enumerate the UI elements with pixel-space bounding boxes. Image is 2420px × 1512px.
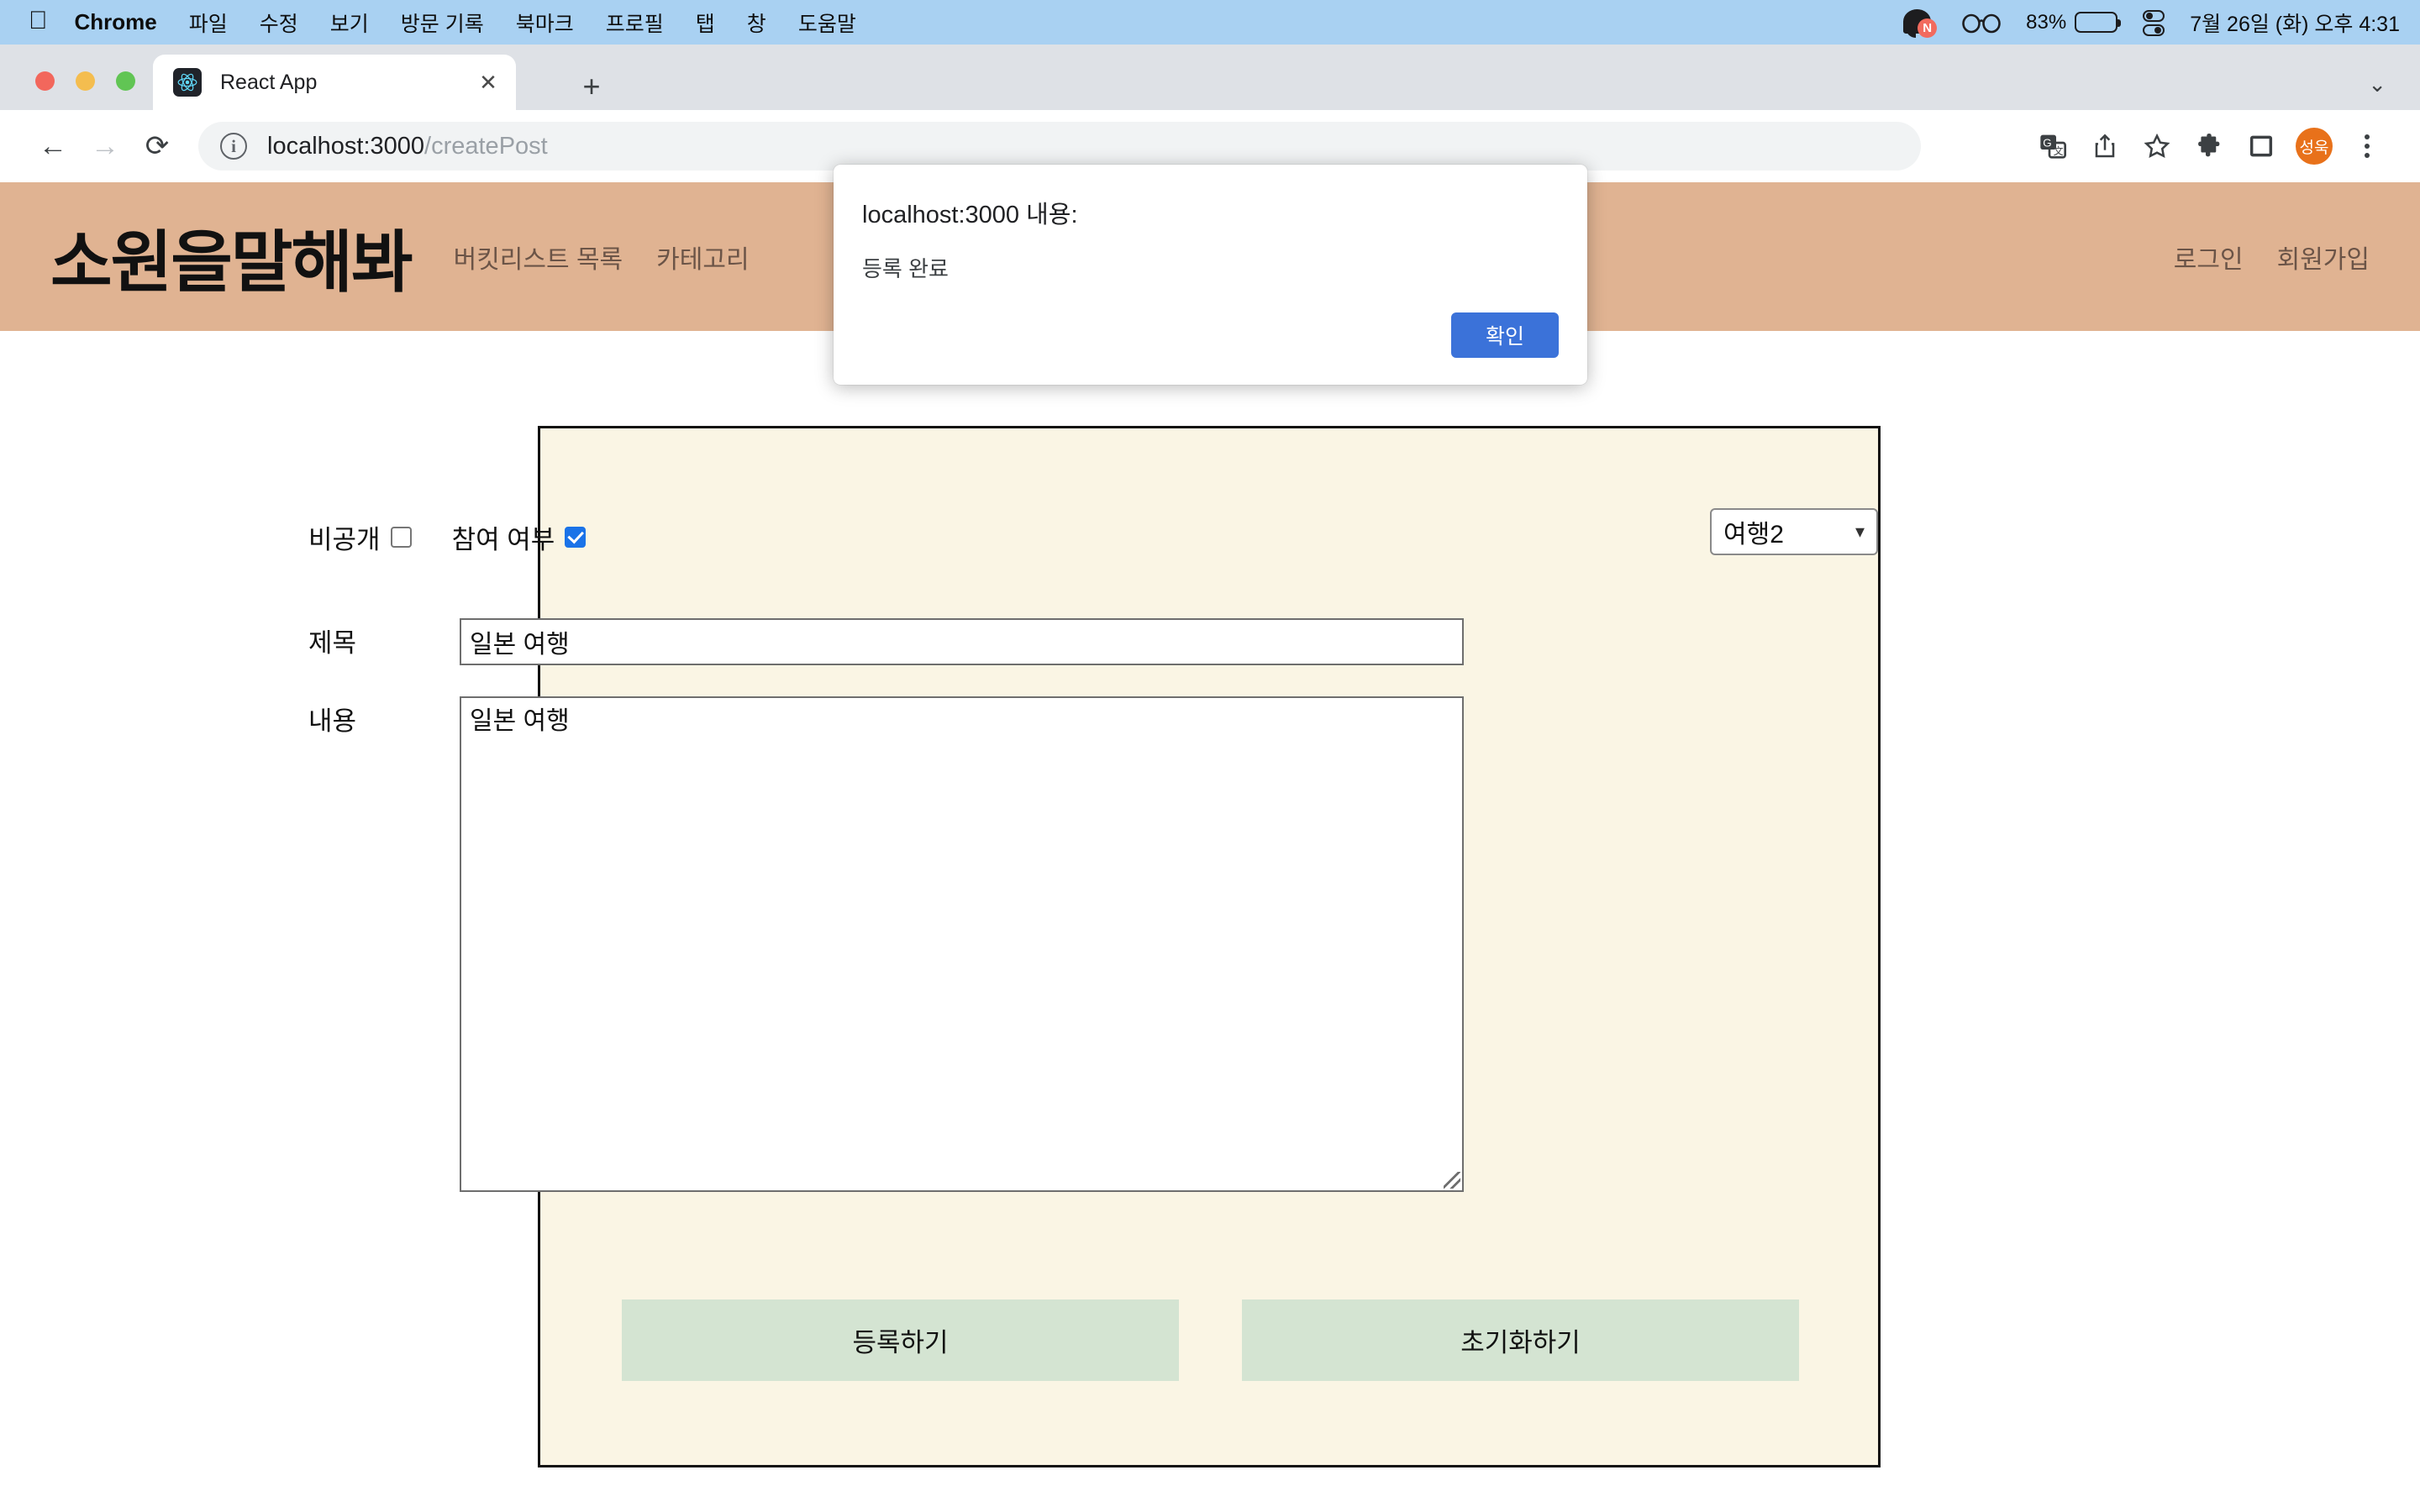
control-center-icon[interactable] <box>2143 9 2165 36</box>
back-button[interactable]: ← <box>27 120 79 172</box>
title-input[interactable]: 일본 여행 <box>460 618 1464 665</box>
nav-link-signup[interactable]: 회원가입 <box>2277 239 2370 276</box>
private-checkbox-label: 비공개 <box>308 518 381 556</box>
url-host: localhost:3000 <box>267 133 424 160</box>
javascript-alert-dialog: localhost:3000 내용: 등록 완료 확인 <box>834 165 1587 385</box>
menu-item-tab[interactable]: 탭 <box>696 8 715 38</box>
react-logo-icon <box>173 68 202 97</box>
content-field-row: 내용 일본 여행 <box>308 696 1464 1192</box>
participate-checkbox[interactable] <box>565 527 586 548</box>
window-close-button[interactable] <box>35 71 55 91</box>
menu-item-view[interactable]: 보기 <box>330 8 369 38</box>
alert-actions: 확인 <box>1451 312 1559 358</box>
title-field-label: 제목 <box>308 618 460 659</box>
toolbar-icon-group: G 文 성욱 <box>2027 120 2393 172</box>
menubar-clock[interactable]: 7월 26일 (화) 오후 4:31 <box>2190 8 2400 38</box>
battery-icon <box>2075 12 2118 33</box>
battery-status[interactable]: 83% <box>2026 11 2118 34</box>
submit-button[interactable]: 등록하기 <box>622 1299 1179 1381</box>
menu-item-help[interactable]: 도움말 <box>798 8 856 38</box>
form-button-row: 등록하기 초기화하기 <box>622 1299 1799 1381</box>
content-textarea-value: 일본 여행 <box>470 707 570 735</box>
nav-link-login[interactable]: 로그인 <box>2174 239 2244 276</box>
new-tab-button[interactable]: + <box>573 68 610 105</box>
reload-button[interactable]: ⟳ <box>131 120 183 172</box>
menu-item-profiles[interactable]: 프로필 <box>606 8 664 38</box>
svg-text:G: G <box>2043 137 2051 150</box>
svg-text:文: 文 <box>2054 144 2064 157</box>
alert-confirm-button[interactable]: 확인 <box>1451 312 1559 358</box>
title-input-value: 일본 여행 <box>470 623 570 660</box>
site-info-icon[interactable]: i <box>220 133 247 160</box>
category-select-wrapper[interactable]: 여행2 ▾ <box>1710 508 1878 555</box>
site-nav-right: 로그인 회원가입 <box>2174 239 2370 276</box>
menubar-status-group: N 83% 7월 26일 (화) 오후 4:31 <box>1903 8 2400 38</box>
notification-bubble-icon[interactable]: N <box>1903 8 1937 38</box>
checkbox-row: 비공개 참여 여부 <box>308 518 586 556</box>
battery-percent-label: 83% <box>2026 11 2066 34</box>
menu-item-history[interactable]: 방문 기록 <box>401 8 484 38</box>
macos-menu-bar:  Chrome 파일 수정 보기 방문 기록 북마크 프로필 탭 창 도움말 … <box>0 0 2420 45</box>
content-field-label: 내용 <box>308 696 460 738</box>
participate-checkbox-label: 참여 여부 <box>452 518 555 556</box>
title-field-row: 제목 일본 여행 <box>308 618 1464 665</box>
menu-item-window[interactable]: 창 <box>747 8 766 38</box>
menu-app-name[interactable]: Chrome <box>75 9 157 35</box>
private-checkbox-group[interactable]: 비공개 <box>308 518 412 556</box>
menu-item-bookmarks[interactable]: 북마크 <box>516 8 574 38</box>
reset-button[interactable]: 초기화하기 <box>1242 1299 1799 1381</box>
apple-logo-icon[interactable]:  <box>29 8 48 34</box>
nav-link-category[interactable]: 카테고리 <box>656 239 749 276</box>
chevron-down-icon: ▾ <box>1855 521 1865 543</box>
alert-origin-text: localhost:3000 내용: <box>862 195 1559 230</box>
menu-item-file[interactable]: 파일 <box>189 8 228 38</box>
site-nav-left: 버킷리스트 목록 카테고리 <box>454 239 750 276</box>
window-traffic-lights <box>35 71 135 91</box>
notification-badge-label: N <box>1918 18 1937 38</box>
forward-button[interactable]: → <box>79 120 131 172</box>
glasses-icon[interactable] <box>1962 12 2001 34</box>
translate-icon[interactable]: G 文 <box>2027 120 2079 172</box>
share-icon[interactable] <box>2079 120 2131 172</box>
chevron-down-icon[interactable]: ⌄ <box>2368 71 2386 97</box>
avatar[interactable]: 성욱 <box>2296 128 2333 165</box>
nav-link-bucketlist[interactable]: 버킷리스트 목록 <box>454 239 623 276</box>
category-select[interactable]: 여행2 ▾ <box>1710 508 1878 555</box>
content-textarea[interactable]: 일본 여행 <box>460 696 1464 1192</box>
page-title: 소원을말해봐 <box>50 208 412 306</box>
close-icon[interactable]: ✕ <box>474 68 502 97</box>
menu-item-edit[interactable]: 수정 <box>260 8 298 38</box>
window-maximize-button[interactable] <box>116 71 135 91</box>
chrome-menu-icon[interactable] <box>2341 120 2393 172</box>
window-minimize-button[interactable] <box>76 71 95 91</box>
address-bar[interactable]: i localhost:3000/createPost <box>198 122 1921 171</box>
address-bar-url: localhost:3000/createPost <box>267 133 548 160</box>
resize-handle-icon[interactable] <box>1444 1172 1460 1189</box>
browser-tab-title: React App <box>220 71 474 95</box>
browser-tab-strip: React App ✕ + ⌄ <box>0 45 2420 110</box>
browser-tab[interactable]: React App ✕ <box>153 55 516 110</box>
url-path: /createPost <box>424 133 548 160</box>
side-panel-icon[interactable] <box>2235 120 2287 172</box>
bookmark-star-icon[interactable] <box>2131 120 2183 172</box>
participate-checkbox-group[interactable]: 참여 여부 <box>452 518 587 556</box>
category-select-value: 여행2 <box>1723 513 1784 550</box>
extensions-puzzle-icon[interactable] <box>2183 120 2235 172</box>
private-checkbox[interactable] <box>391 527 412 548</box>
alert-message-text: 등록 완료 <box>862 252 1559 283</box>
